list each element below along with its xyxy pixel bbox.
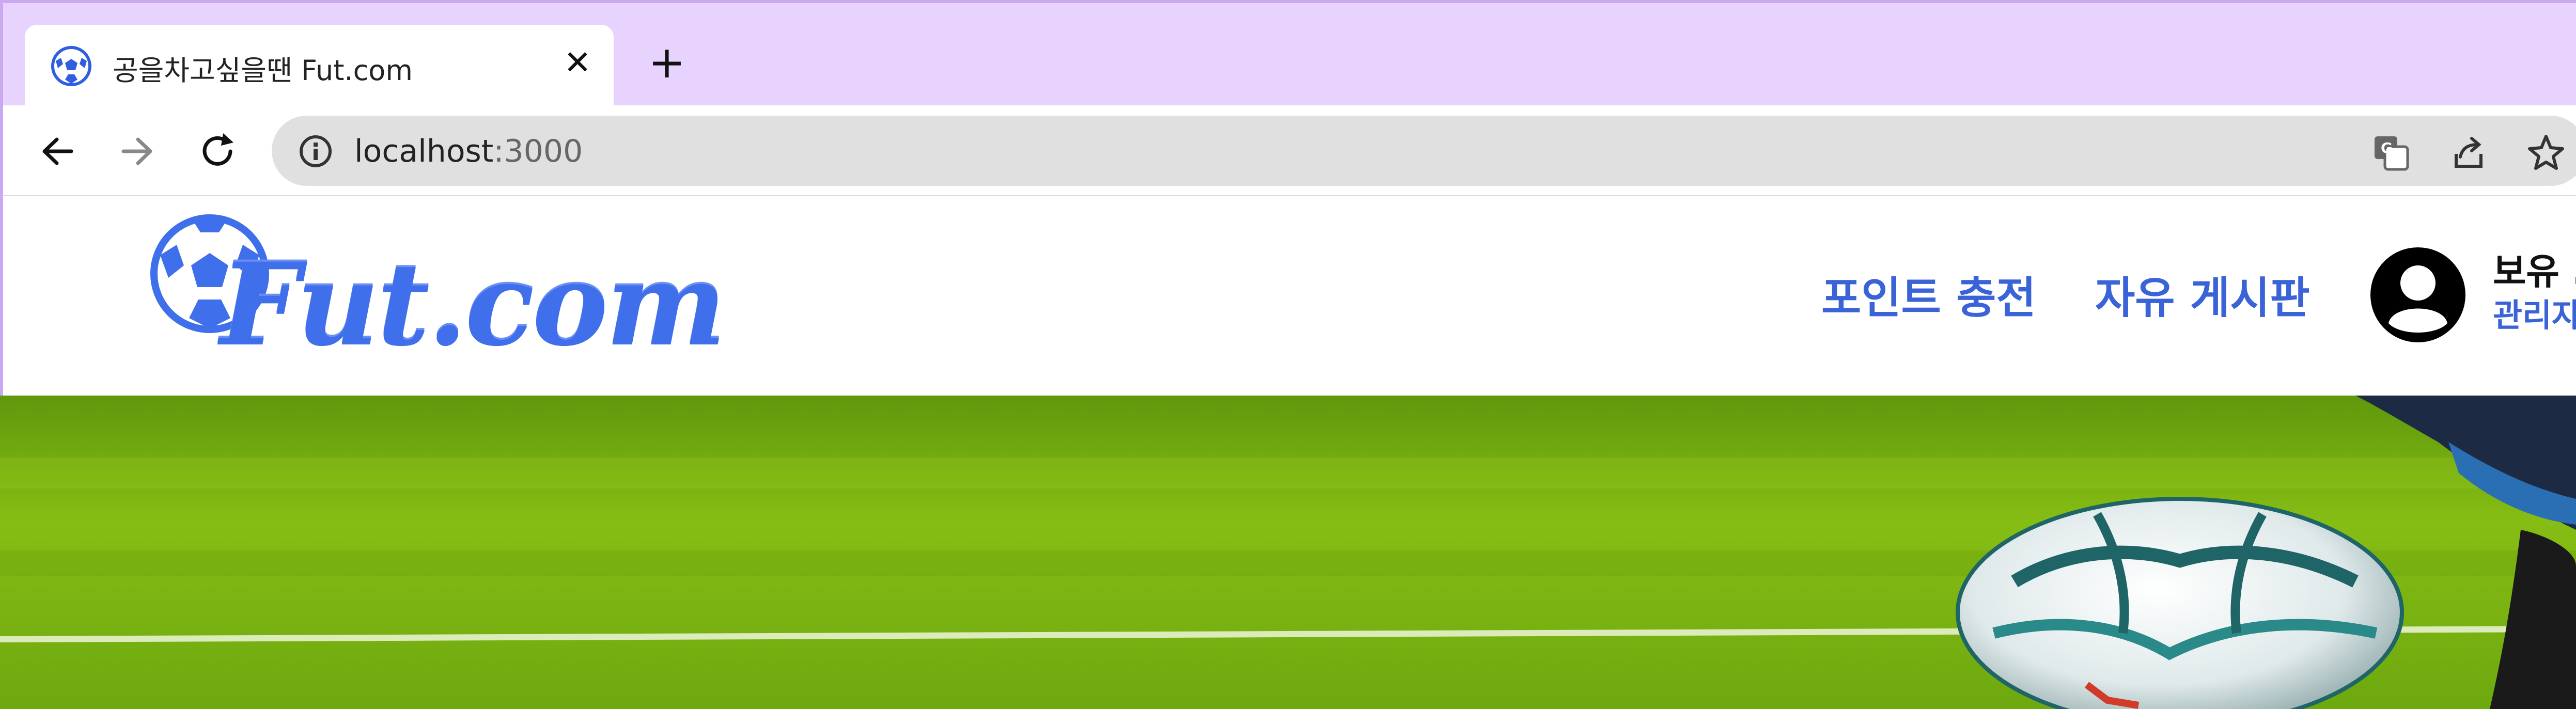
user-avatar-icon[interactable] [2369, 246, 2467, 344]
forward-button[interactable] [114, 128, 161, 175]
site-logo[interactable]: Fut.com [148, 212, 747, 377]
new-tab-button[interactable]: + [644, 39, 690, 86]
address-bar[interactable]: localhost:3000 G [272, 116, 2576, 186]
url-host: localhost [354, 133, 494, 169]
translate-icon[interactable]: G [2371, 133, 2411, 172]
browser-tab-strip: 공을차고싶을땐 Fut.com ✕ + [0, 0, 2576, 108]
back-arrow-icon [42, 137, 73, 165]
soccer-ball-icon [51, 46, 91, 86]
nav-point-charge[interactable]: 포인트 충전 [1821, 263, 2036, 326]
logo-text: Fut.com [220, 238, 726, 371]
site-header: Fut.com 포인트 충전 자유 게시판 보유 . 관리자 [0, 196, 2576, 396]
url-port: :3000 [493, 133, 583, 169]
star-icon[interactable] [2526, 133, 2566, 172]
svg-text:G: G [2381, 139, 2393, 156]
hero-banner [0, 396, 2576, 709]
reload-icon [202, 133, 233, 166]
hero-image [0, 396, 2576, 709]
url-text[interactable]: localhost:3000 [354, 133, 583, 169]
browser-tab[interactable]: 공을차고싶을땐 Fut.com ✕ [25, 25, 614, 108]
forward-arrow-icon [121, 137, 152, 165]
reload-button[interactable] [194, 128, 241, 175]
share-icon[interactable] [2449, 133, 2488, 172]
browser-toolbar: localhost:3000 G [0, 105, 2576, 196]
user-points: 보유 . [2493, 250, 2576, 293]
user-role: 관리자 [2493, 296, 2576, 334]
nav-free-board[interactable]: 자유 게시판 [2095, 263, 2310, 326]
tab-title: 공을차고싶을땐 Fut.com [113, 54, 413, 87]
back-button[interactable] [34, 128, 81, 175]
info-icon[interactable] [298, 133, 334, 169]
close-tab-button[interactable]: ✕ [557, 42, 598, 84]
